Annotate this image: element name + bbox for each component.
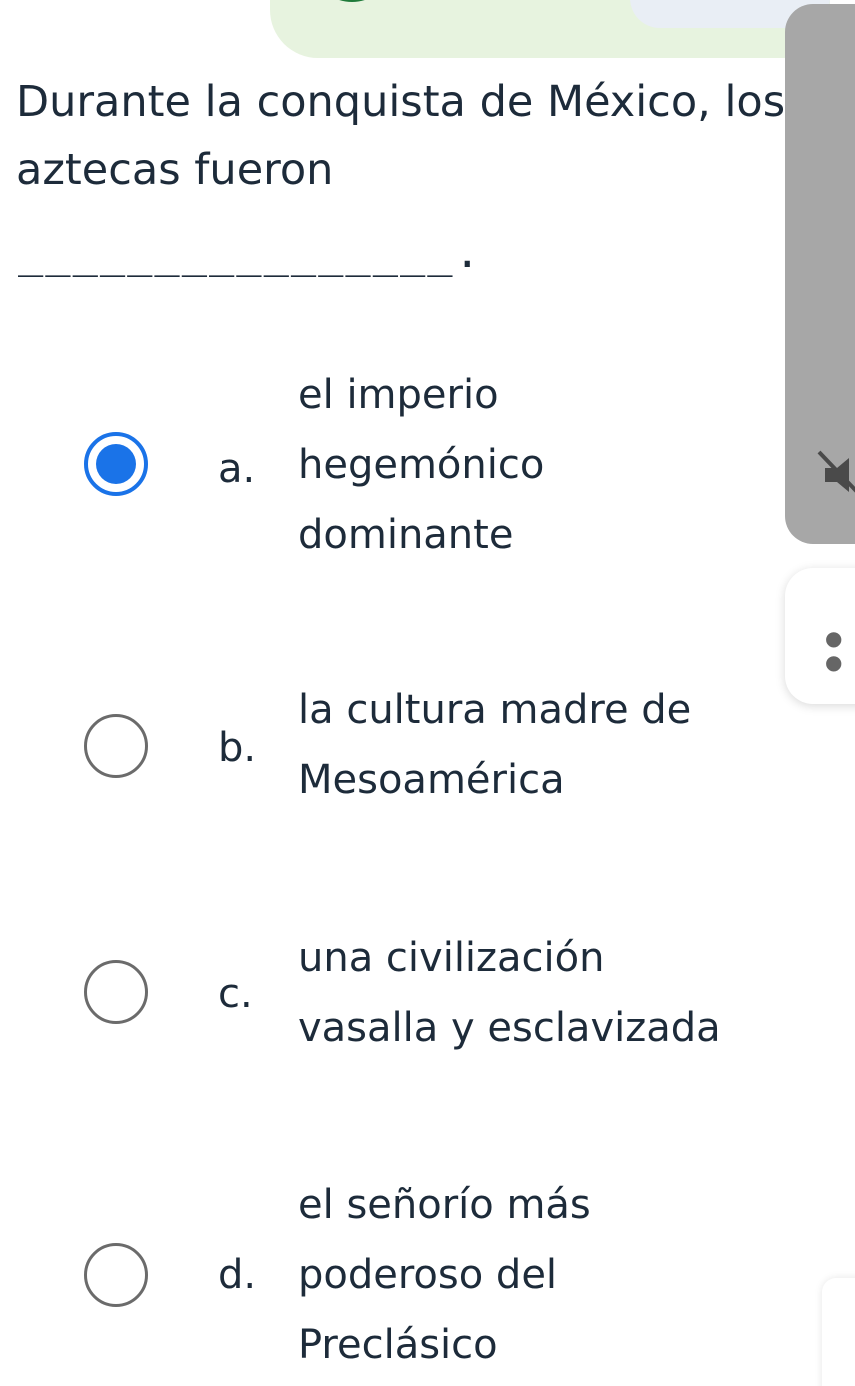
answer-blank: ________________.: [18, 228, 482, 277]
option-line: Preclásico: [298, 1322, 498, 1368]
question-text: Durante la conquista de México, los azte…: [16, 77, 786, 195]
option-letter-a: a.: [218, 446, 256, 492]
progress-arc-icon: [339, 0, 365, 2]
radio-button-a[interactable]: [84, 432, 148, 496]
muted-volume-icon[interactable]: [815, 450, 855, 500]
more-dots-icon[interactable]: ● ●: [825, 626, 855, 674]
option-c[interactable]: c. una civilización vasalla y esclavizad…: [0, 923, 855, 1133]
option-line: poderoso del: [298, 1252, 558, 1298]
option-letter-c: c.: [218, 971, 253, 1017]
option-text-d: el señorío más poderoso del Preclásico: [298, 1170, 818, 1380]
option-a[interactable]: a. el imperio hegemónico dominante: [0, 360, 855, 570]
option-line: una civilización: [298, 935, 605, 981]
option-text-c: una civilización vasalla y esclavizada: [298, 923, 818, 1063]
option-line: hegemónico: [298, 442, 545, 488]
option-line: vasalla y esclavizada: [298, 1005, 721, 1051]
option-line: la cultura madre de: [298, 687, 692, 733]
option-line: el imperio: [298, 372, 499, 418]
option-letter-b: b.: [218, 725, 257, 771]
option-line: Mesoamérica: [298, 757, 565, 803]
option-b[interactable]: b. la cultura madre de Mesoamérica: [0, 675, 855, 885]
radio-button-d[interactable]: [84, 1243, 148, 1307]
option-d[interactable]: d. el señorío más poderoso del Preclásic…: [0, 1170, 855, 1380]
radio-button-c[interactable]: [84, 960, 148, 1024]
option-text-b: la cultura madre de Mesoamérica: [298, 675, 818, 815]
bottom-card: [822, 1278, 855, 1386]
option-line: dominante: [298, 512, 514, 558]
option-text-a: el imperio hegemónico dominante: [298, 360, 818, 570]
radio-button-b[interactable]: [84, 714, 148, 778]
option-line: el señorío más: [298, 1182, 591, 1228]
option-letter-d: d.: [218, 1252, 257, 1298]
